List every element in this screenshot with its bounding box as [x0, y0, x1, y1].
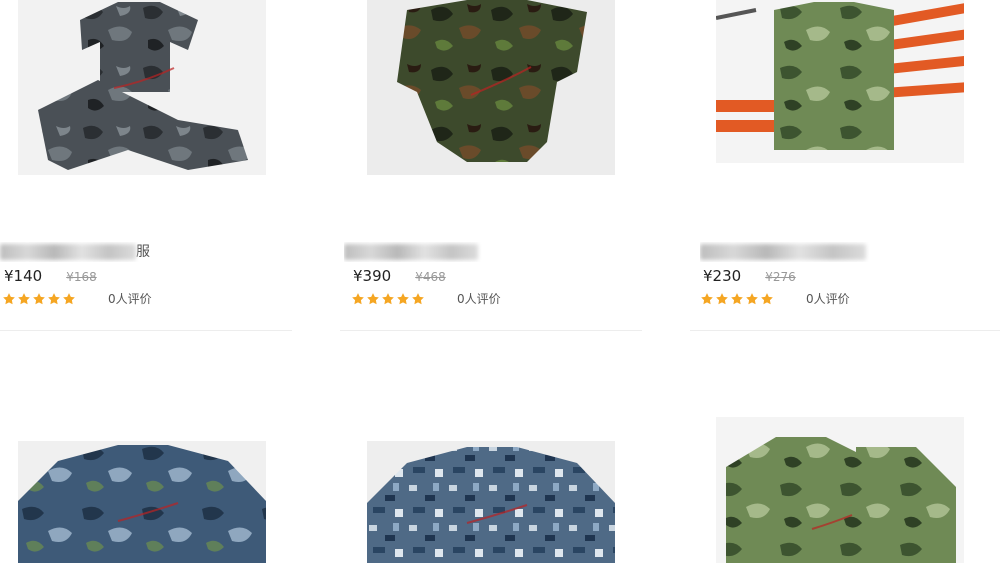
original-price: ¥276 [765, 270, 796, 284]
review-count[interactable]: 0人评价 [108, 292, 152, 306]
title-suffix: 服 [136, 244, 150, 260]
product-image-4[interactable] [18, 441, 266, 563]
star-icon [2, 292, 16, 306]
price-row-1: ¥140 ¥168 [4, 265, 97, 287]
star-rating [2, 292, 76, 306]
blurred-title-redacted [0, 244, 136, 260]
star-rating [351, 292, 425, 306]
original-price: ¥168 [66, 270, 97, 284]
blurred-title-redacted [344, 244, 478, 260]
rating-row-3: 0人评价 [700, 289, 850, 307]
product-title-2[interactable] [344, 242, 484, 262]
product-title-1[interactable]: 服 [0, 242, 160, 262]
star-rating [700, 292, 774, 306]
star-icon [715, 292, 729, 306]
star-icon [700, 292, 714, 306]
star-icon [32, 292, 46, 306]
rating-row-2: 0人评价 [351, 289, 501, 307]
review-count[interactable]: 0人评价 [457, 292, 501, 306]
star-icon [17, 292, 31, 306]
price-row-2: ¥390 ¥468 [353, 265, 446, 287]
product-image-5[interactable] [367, 441, 615, 563]
review-count[interactable]: 0人评价 [806, 292, 850, 306]
divider [690, 330, 1000, 331]
star-icon [366, 292, 380, 306]
original-price: ¥468 [415, 270, 446, 284]
rating-row-1: 0人评价 [2, 289, 152, 307]
star-icon [351, 292, 365, 306]
star-icon [411, 292, 425, 306]
star-icon [760, 292, 774, 306]
star-icon [730, 292, 744, 306]
price: ¥230 [703, 267, 742, 285]
price: ¥140 [4, 267, 43, 285]
product-image-3[interactable] [716, 0, 964, 163]
product-title-3[interactable] [700, 242, 870, 262]
star-icon [47, 292, 61, 306]
price: ¥390 [353, 267, 392, 285]
product-image-6[interactable] [716, 417, 964, 563]
star-icon [396, 292, 410, 306]
star-icon [62, 292, 76, 306]
blurred-title-redacted [700, 244, 866, 260]
divider [340, 330, 642, 331]
price-row-3: ¥230 ¥276 [703, 265, 796, 287]
product-image-1[interactable] [18, 0, 266, 175]
divider [0, 330, 292, 331]
star-icon [745, 292, 759, 306]
product-image-2[interactable] [367, 0, 615, 175]
star-icon [381, 292, 395, 306]
